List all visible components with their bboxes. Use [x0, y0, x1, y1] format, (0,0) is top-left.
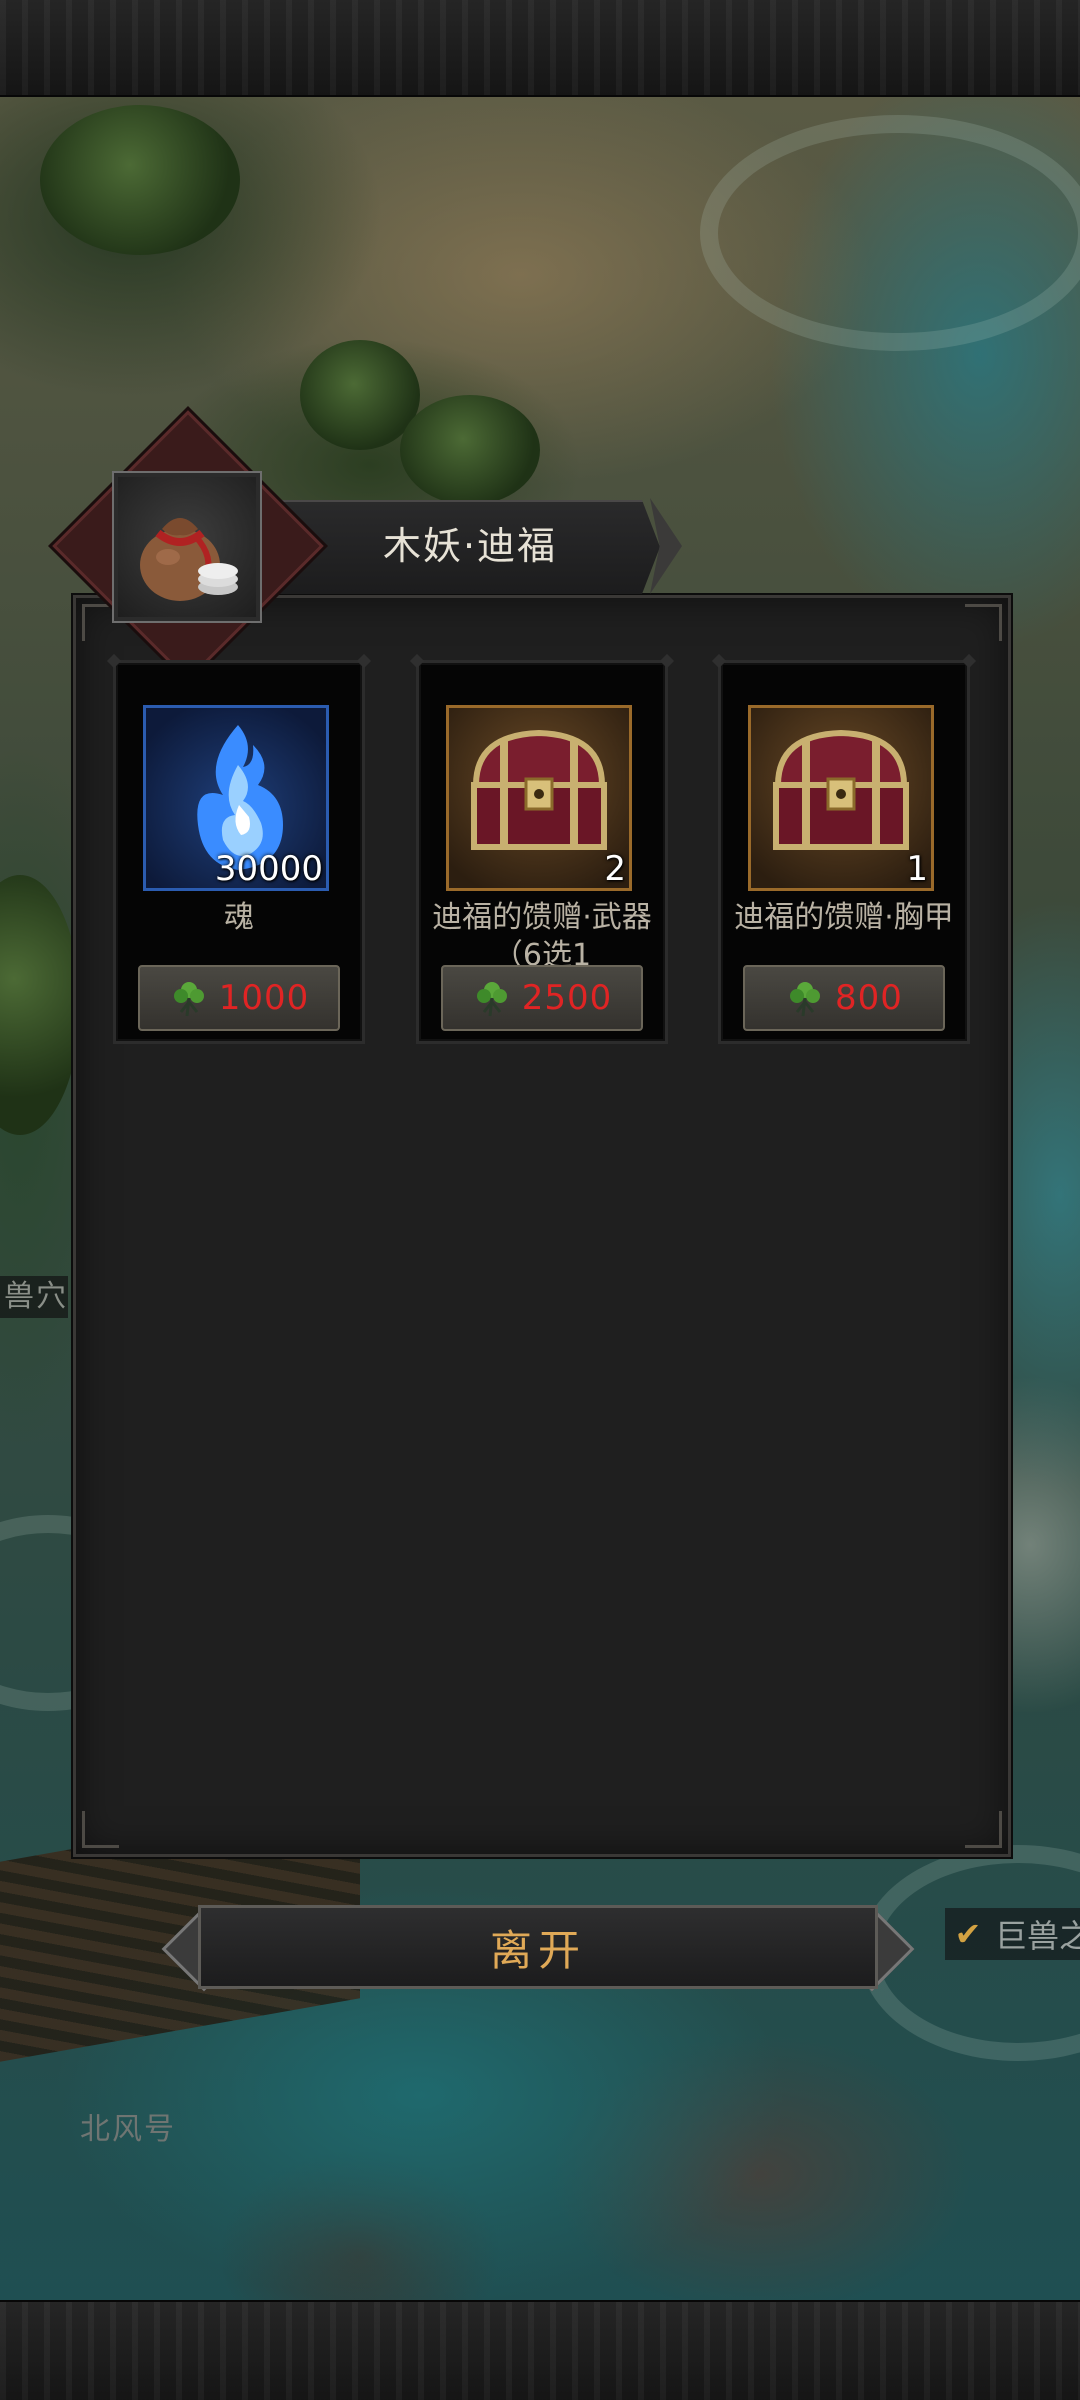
green-herb-icon: [790, 982, 821, 1017]
buy-button[interactable]: 2500: [441, 965, 643, 1031]
item-name: 迪福的馈赠·胸甲: [734, 900, 954, 935]
merchant-portrait: [114, 473, 260, 621]
tree-icon: [0, 875, 80, 1135]
item-quantity: 30000: [214, 849, 323, 889]
leave-button-group: 离开: [161, 1901, 915, 1993]
game-screen: 兽穴 北风号 ✔ 巨兽之 木妖·迪福 30000 魂 1000 2 迪福的馈赠·…: [0, 0, 1080, 2400]
item-price: 2500: [521, 978, 613, 1018]
bottom-ornament-bar: [0, 2300, 1080, 2400]
leave-button[interactable]: 离开: [198, 1905, 878, 1989]
water-swirl: [700, 115, 1080, 351]
corner-ornament: [965, 604, 1002, 641]
item-price: 800: [835, 978, 903, 1018]
item-thumbnail[interactable]: 1: [748, 705, 934, 891]
map-location-label-north[interactable]: 北风号: [80, 2104, 176, 2148]
item-quantity: 2: [604, 849, 626, 889]
map-location-label-beast[interactable]: 兽穴: [0, 1276, 68, 1318]
quest-tracker-label: 巨兽之: [995, 1917, 1080, 1955]
item-thumbnail[interactable]: 30000: [143, 705, 329, 891]
item-price: 1000: [218, 978, 310, 1018]
top-ornament-bar: [0, 0, 1080, 97]
item-thumbnail[interactable]: 2: [446, 705, 632, 891]
item-name: 魂: [224, 900, 254, 935]
green-herb-icon: [173, 982, 204, 1017]
tree-icon: [400, 395, 540, 505]
item-quantity: 1: [906, 849, 928, 889]
corner-ornament: [82, 1811, 119, 1848]
item-name: 迪福的馈赠·武器（6选1: [432, 900, 652, 973]
money-bag-icon: [140, 518, 238, 601]
shop-item-card[interactable]: 2 迪福的馈赠·武器（6选1 2500: [409, 653, 675, 1044]
shop-item-card[interactable]: 30000 魂 1000: [106, 653, 372, 1044]
quest-tracker[interactable]: ✔ 巨兽之: [945, 1908, 1080, 1960]
buy-button[interactable]: 800: [743, 965, 945, 1031]
green-herb-icon: [476, 982, 507, 1017]
corner-ornament: [965, 1811, 1002, 1848]
buy-button[interactable]: 1000: [138, 965, 340, 1031]
shop-item-card[interactable]: 1 迪福的馈赠·胸甲 800: [711, 653, 977, 1044]
tree-icon: [40, 105, 240, 255]
check-icon: ✔: [954, 1915, 982, 1953]
